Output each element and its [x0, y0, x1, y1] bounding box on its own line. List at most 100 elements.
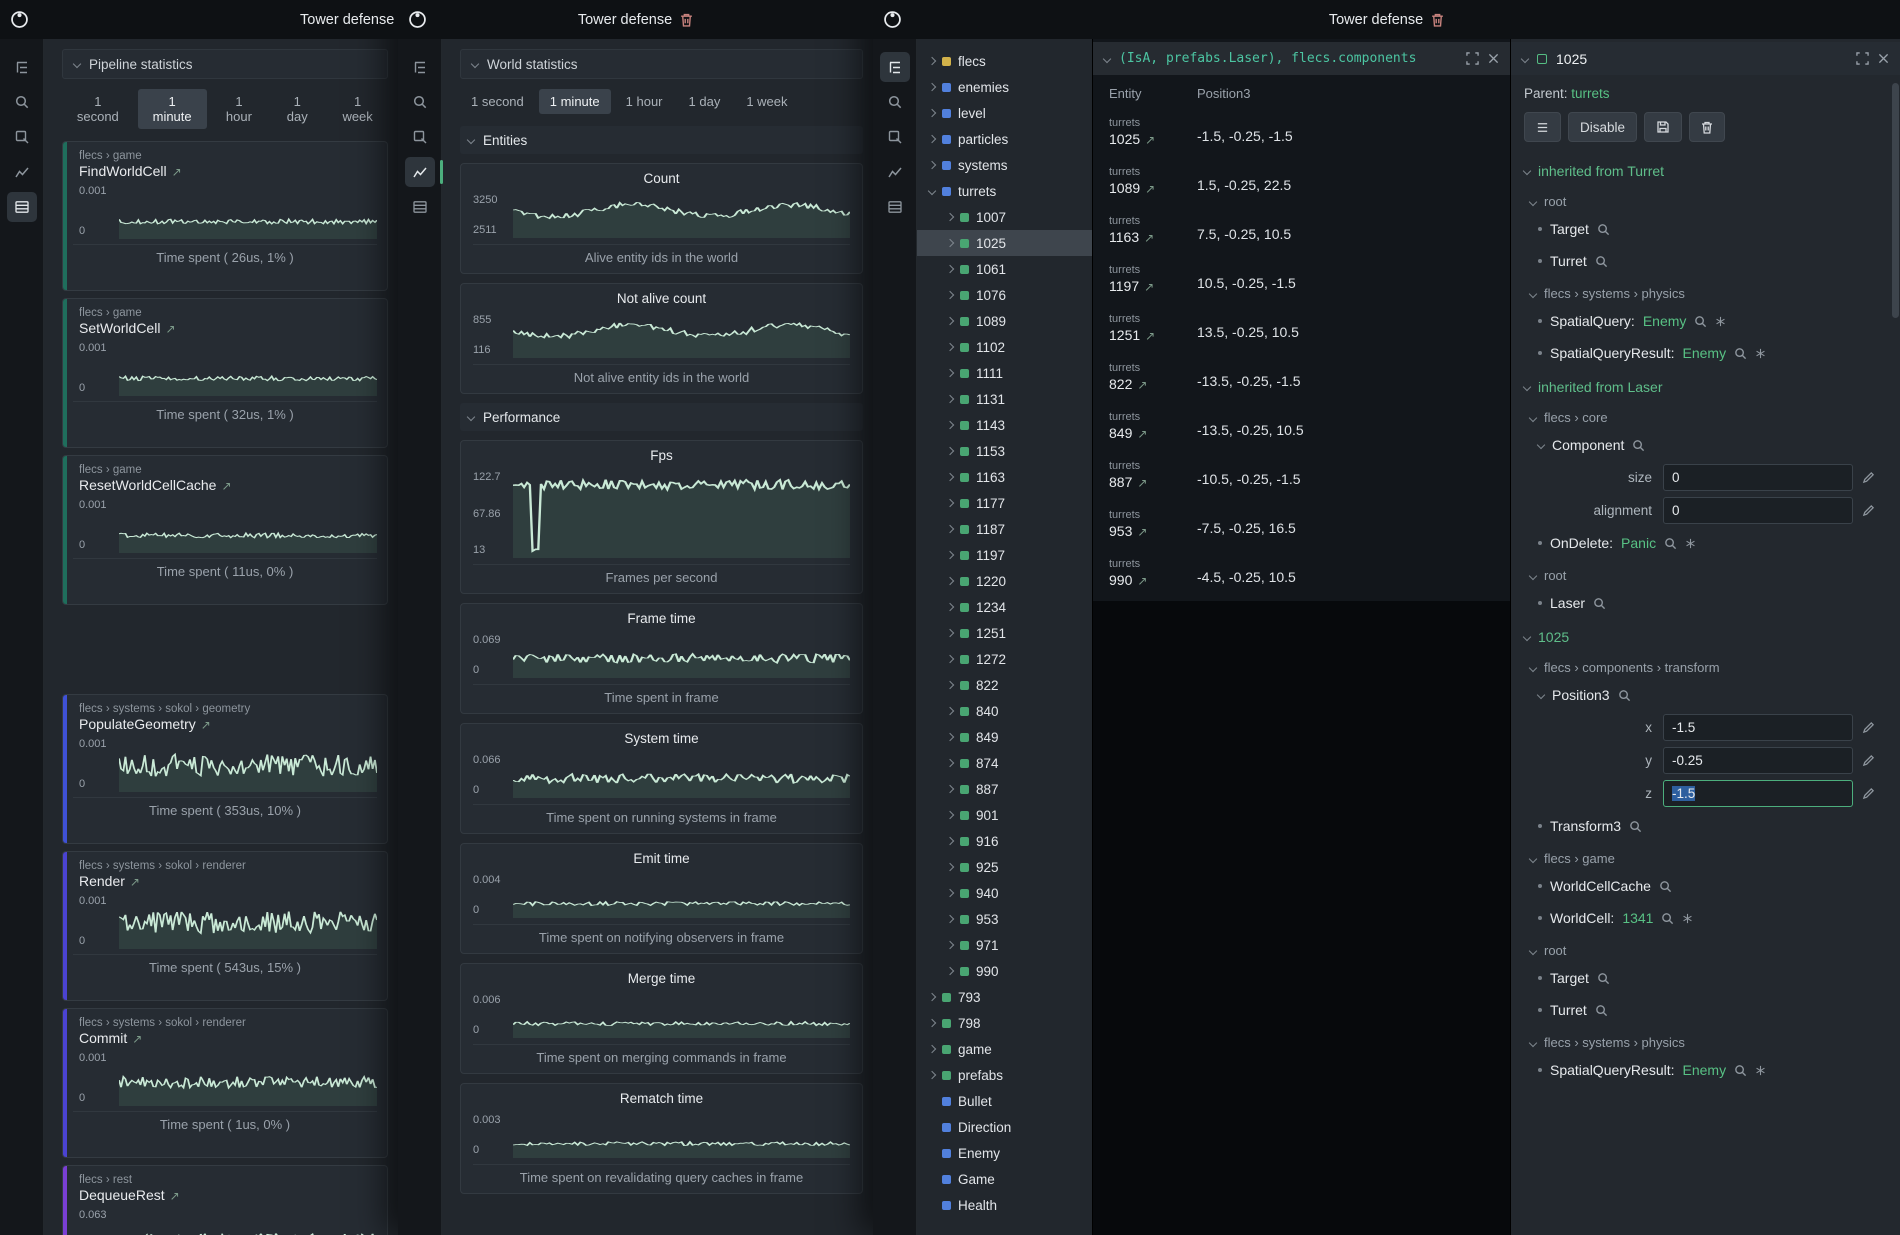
chevron-icon[interactable]: [946, 239, 954, 247]
inspector-component-row[interactable]: Laser: [1511, 587, 1900, 619]
scrollbar-thumb[interactable]: [1892, 83, 1899, 318]
disable-button[interactable]: Disable: [1568, 112, 1637, 142]
tree-item[interactable]: 798: [917, 1010, 1092, 1036]
inspector-icon[interactable]: [880, 122, 910, 152]
open-link-icon[interactable]: ↗: [1144, 280, 1154, 294]
chevron-icon[interactable]: [946, 915, 954, 923]
inspector-icon[interactable]: [7, 122, 37, 152]
chevron-icon[interactable]: [946, 811, 954, 819]
tree-item[interactable]: Bullet: [917, 1088, 1092, 1114]
chevron-down-icon[interactable]: [1103, 54, 1111, 62]
search-icon[interactable]: [1661, 912, 1674, 925]
pipeline-icon[interactable]: [880, 192, 910, 222]
inspector-component-row[interactable]: SpatialQueryResult: Enemy: [1511, 1054, 1900, 1086]
table-row[interactable]: turrets 990↗ -4.5, -0.25, 10.5: [1093, 552, 1510, 601]
component-value[interactable]: Enemy: [1683, 345, 1727, 361]
chevron-icon[interactable]: [946, 655, 954, 663]
time-range-button[interactable]: 1 hour: [615, 89, 674, 114]
search-icon[interactable]: [1734, 347, 1747, 360]
component-value[interactable]: Enemy: [1683, 1062, 1727, 1078]
tree-item[interactable]: 940: [917, 880, 1092, 906]
section-header[interactable]: Performance: [460, 403, 863, 431]
chevron-icon[interactable]: [928, 57, 936, 65]
time-range-button[interactable]: 1 day: [678, 89, 732, 114]
inspector-section-header[interactable]: inherited from Laser: [1511, 369, 1900, 401]
tree-item[interactable]: game: [917, 1036, 1092, 1062]
inspector-component-row[interactable]: OnDelete: Panic: [1511, 527, 1900, 559]
open-link-icon[interactable]: ↗: [170, 1189, 180, 1203]
expand-icon[interactable]: [1466, 52, 1479, 65]
table-row[interactable]: turrets 1025↗ -1.5, -0.25, -1.5: [1093, 111, 1510, 160]
chevron-icon[interactable]: [946, 473, 954, 481]
search-icon[interactable]: [1618, 689, 1631, 702]
entity-tree-icon[interactable]: [7, 52, 37, 82]
table-row[interactable]: turrets 1163↗ 7.5, -0.25, 10.5: [1093, 209, 1510, 258]
inspector-component-row[interactable]: Turret: [1511, 245, 1900, 277]
chevron-icon[interactable]: [946, 941, 954, 949]
entity-cell[interactable]: turrets 1251↗: [1109, 307, 1197, 356]
tree-item[interactable]: turrets: [917, 178, 1092, 204]
table-row[interactable]: turrets 849↗ -13.5, -0.25, 10.5: [1093, 405, 1510, 454]
tree-item[interactable]: 874: [917, 750, 1092, 776]
tree-item[interactable]: systems: [917, 152, 1092, 178]
world-panel-header[interactable]: World statistics: [460, 49, 863, 79]
tree-item[interactable]: 849: [917, 724, 1092, 750]
chevron-icon[interactable]: [946, 265, 954, 273]
search-icon[interactable]: [1659, 880, 1672, 893]
table-row[interactable]: turrets 1197↗ 10.5, -0.25, -1.5: [1093, 258, 1510, 307]
tree-item[interactable]: 971: [917, 932, 1092, 958]
tree-item[interactable]: 793: [917, 984, 1092, 1010]
chevron-icon[interactable]: [946, 499, 954, 507]
search-icon[interactable]: [1595, 1004, 1608, 1017]
time-range-button[interactable]: 1 second: [460, 89, 535, 114]
search-icon[interactable]: [1629, 820, 1642, 833]
inspector-group-header[interactable]: root: [1511, 934, 1900, 962]
tree-item[interactable]: 840: [917, 698, 1092, 724]
inspector-group-header[interactable]: flecs › game: [1511, 842, 1900, 870]
chevron-icon[interactable]: [946, 603, 954, 611]
table-row[interactable]: turrets 1089↗ 1.5, -0.25, 22.5: [1093, 160, 1510, 209]
tree-item[interactable]: 1177: [917, 490, 1092, 516]
inspector-component-row[interactable]: WorldCellCache: [1511, 870, 1900, 902]
chevron-icon[interactable]: [928, 1071, 936, 1079]
chevron-icon[interactable]: [946, 291, 954, 299]
tree-item[interactable]: 990: [917, 958, 1092, 984]
trash-icon[interactable]: [680, 13, 693, 27]
edit-pencil-icon[interactable]: [1862, 787, 1875, 800]
tree-item[interactable]: 916: [917, 828, 1092, 854]
open-link-icon[interactable]: ↗: [165, 322, 175, 336]
chevron-icon[interactable]: [928, 1019, 936, 1027]
chevron-icon[interactable]: [928, 187, 936, 195]
inspector-component-row[interactable]: WorldCell: 1341: [1511, 902, 1900, 934]
tree-item[interactable]: Game: [917, 1166, 1092, 1192]
tree-item[interactable]: 822: [917, 672, 1092, 698]
inspector-component-row[interactable]: Turret: [1511, 994, 1900, 1026]
entity-cell[interactable]: turrets 1025↗: [1109, 111, 1197, 160]
chevron-icon[interactable]: [946, 369, 954, 377]
query-expression[interactable]: (IsA, prefabs.Laser), flecs.components: [1119, 51, 1457, 66]
component-value[interactable]: 1341: [1622, 910, 1653, 926]
tree-item[interactable]: 1234: [917, 594, 1092, 620]
entity-cell[interactable]: turrets 849↗: [1109, 405, 1197, 454]
chevron-icon[interactable]: [928, 83, 936, 91]
chevron-icon[interactable]: [946, 707, 954, 715]
search-icon[interactable]: [1593, 597, 1606, 610]
open-link-icon[interactable]: ↗: [1137, 378, 1147, 392]
entity-tree-icon[interactable]: [880, 52, 910, 82]
chevron-icon[interactable]: [946, 733, 954, 741]
chevron-icon[interactable]: [928, 135, 936, 143]
chevron-icon[interactable]: [928, 109, 936, 117]
search-icon[interactable]: [1664, 537, 1677, 550]
chevron-icon[interactable]: [946, 213, 954, 221]
time-range-button[interactable]: 1 week: [327, 89, 388, 129]
edit-pencil-icon[interactable]: [1862, 754, 1875, 767]
time-range-button[interactable]: 1 week: [735, 89, 798, 114]
tree-item[interactable]: particles: [917, 126, 1092, 152]
search-icon[interactable]: [1734, 1064, 1747, 1077]
open-link-icon[interactable]: ↗: [172, 165, 182, 179]
search-icon[interactable]: [1597, 223, 1610, 236]
inspector-component-row[interactable]: Position3: [1511, 679, 1900, 711]
component-value[interactable]: Enemy: [1643, 313, 1687, 329]
expand-icon[interactable]: [1856, 52, 1869, 65]
search-icon[interactable]: [1597, 972, 1610, 985]
